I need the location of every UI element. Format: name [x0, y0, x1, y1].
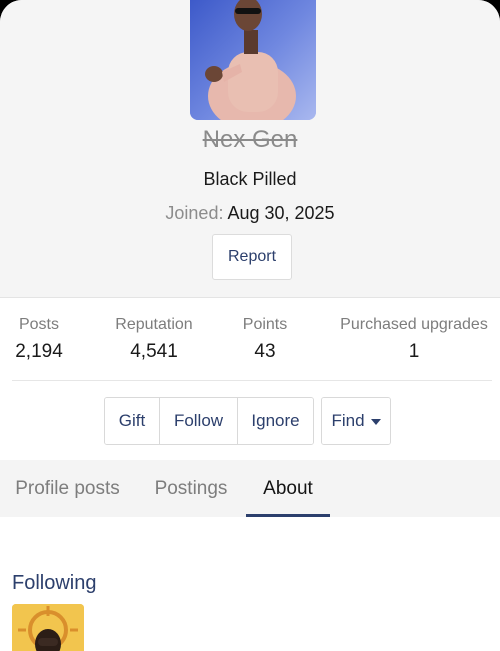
stat-value: 4,541 [130, 341, 178, 362]
find-menu-group: Find [321, 397, 391, 445]
stat-label: Points [242, 316, 288, 333]
profile-page: Nex Gen Black Pilled Joined: Aug 30, 202… [0, 0, 500, 651]
username: Nex Gen [202, 126, 298, 153]
action-button-group: Gift Follow Ignore [104, 397, 314, 445]
following-avatar[interactable] [12, 604, 84, 651]
following-avatar-image [12, 604, 84, 651]
stat-points[interactable]: Points 43 [238, 316, 292, 363]
stat-label: Purchased upgrades [340, 316, 488, 333]
stat-purchased-upgrades[interactable]: Purchased upgrades 1 [334, 316, 494, 363]
find-menu-button[interactable]: Find [322, 398, 390, 444]
profile-actions: Gift Follow Ignore Find [104, 397, 391, 445]
tab-profile-posts[interactable]: Profile posts [0, 460, 135, 517]
stats-divider [12, 380, 492, 381]
stat-value: 1 [408, 341, 420, 362]
avatar-image [190, 0, 316, 120]
stat-value: 43 [254, 341, 276, 362]
stat-value: 2,194 [15, 341, 63, 362]
joined-label: Joined: [165, 203, 224, 223]
user-title: Black Pilled [203, 169, 297, 189]
profile-avatar[interactable] [190, 0, 316, 120]
report-button[interactable]: Report [212, 234, 292, 280]
find-label: Find [331, 411, 365, 430]
stat-posts[interactable]: Posts 2,194 [12, 316, 66, 363]
ignore-button[interactable]: Ignore [238, 398, 313, 444]
stat-label: Reputation [115, 316, 193, 333]
joined-info: Joined: Aug 30, 2025 [0, 203, 500, 224]
joined-date: Aug 30, 2025 [227, 203, 335, 223]
stat-reputation[interactable]: Reputation 4,541 [110, 316, 198, 363]
gift-button[interactable]: Gift [105, 398, 160, 444]
profile-tabs: Profile posts Postings About [0, 460, 500, 517]
tab-postings[interactable]: Postings [142, 460, 240, 517]
tab-about[interactable]: About [246, 460, 330, 517]
caret-down-icon [370, 419, 381, 425]
profile-header: Nex Gen Black Pilled Joined: Aug 30, 202… [0, 0, 500, 298]
stat-label: Posts [18, 316, 59, 333]
following-heading: Following [12, 572, 97, 594]
follow-button[interactable]: Follow [160, 398, 238, 444]
